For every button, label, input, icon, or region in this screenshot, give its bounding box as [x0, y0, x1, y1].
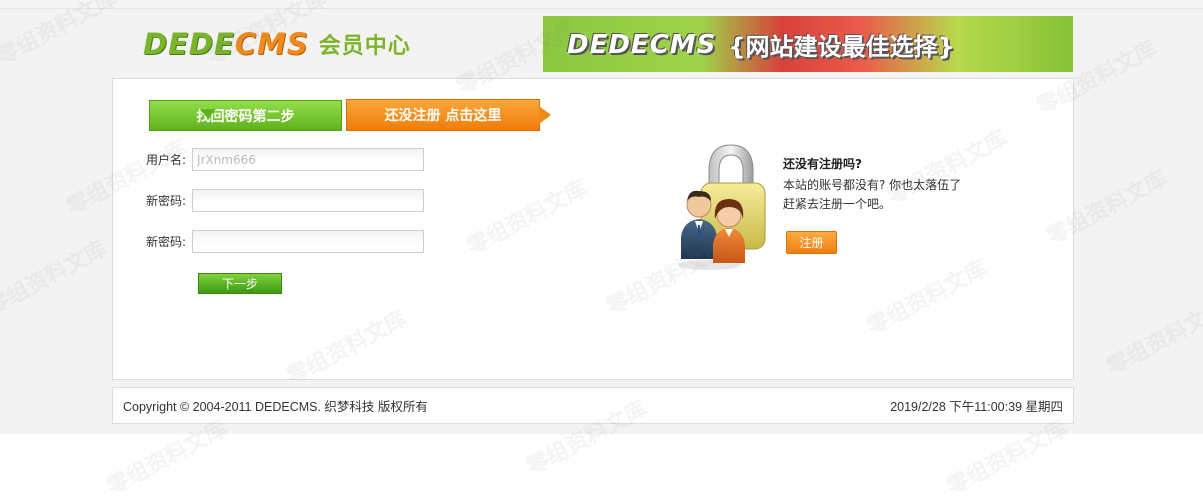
register-tab-arrow	[539, 106, 551, 124]
copyright-text: Copyright © 2004-2011 DEDECMS. 织梦科技 版权所有	[123, 400, 428, 414]
top-strip	[0, 0, 1203, 9]
banner-slogan-text: {网站建设最佳选择}	[728, 33, 955, 61]
username-label: 用户名:	[145, 153, 186, 167]
header-banner[interactable]: DEDECMS {网站建设最佳选择}	[543, 16, 1073, 72]
confirm-password-input[interactable]	[192, 230, 424, 253]
footer-datetime: 2019/2/28 下午11:00:39 星期四	[890, 400, 1063, 414]
confirm-password-row: 新密码:	[113, 230, 424, 253]
footer: Copyright © 2004-2011 DEDECMS. 织梦科技 版权所有…	[112, 387, 1074, 424]
logo-member-center-text: 会员中心	[318, 34, 411, 59]
promo-text: 本站的账号都没有? 你也太落伍了 赶紧去注册一个吧。	[783, 178, 962, 211]
tab-find-password-step2: 找回密码第二步	[149, 100, 342, 131]
username-row: 用户名:	[113, 148, 424, 171]
promo-title: 还没有注册吗?	[783, 157, 862, 171]
banner-brand-text: DEDECMS	[567, 29, 717, 60]
tab-register-link[interactable]: 还没注册 点击这里	[346, 99, 540, 131]
confirm-password-label: 新密码:	[145, 235, 186, 249]
logo-cms-text: CMS	[234, 27, 309, 61]
step-tab-arrow	[200, 109, 216, 119]
main-panel: 找回密码第二步 还没注册 点击这里 用户名: 新密码: 新密码: 下一步	[112, 78, 1074, 380]
site-logo[interactable]: DEDE CMS 会员中心	[143, 26, 411, 62]
new-password-input[interactable]	[192, 189, 424, 212]
lock-users-icon	[679, 144, 766, 270]
register-button[interactable]: 注册	[786, 231, 837, 254]
logo-dede-text: DEDE	[143, 27, 235, 61]
username-input[interactable]	[192, 148, 424, 171]
next-step-button[interactable]: 下一步	[198, 273, 282, 294]
new-password-label: 新密码:	[145, 194, 186, 208]
new-password-row: 新密码:	[113, 189, 424, 212]
